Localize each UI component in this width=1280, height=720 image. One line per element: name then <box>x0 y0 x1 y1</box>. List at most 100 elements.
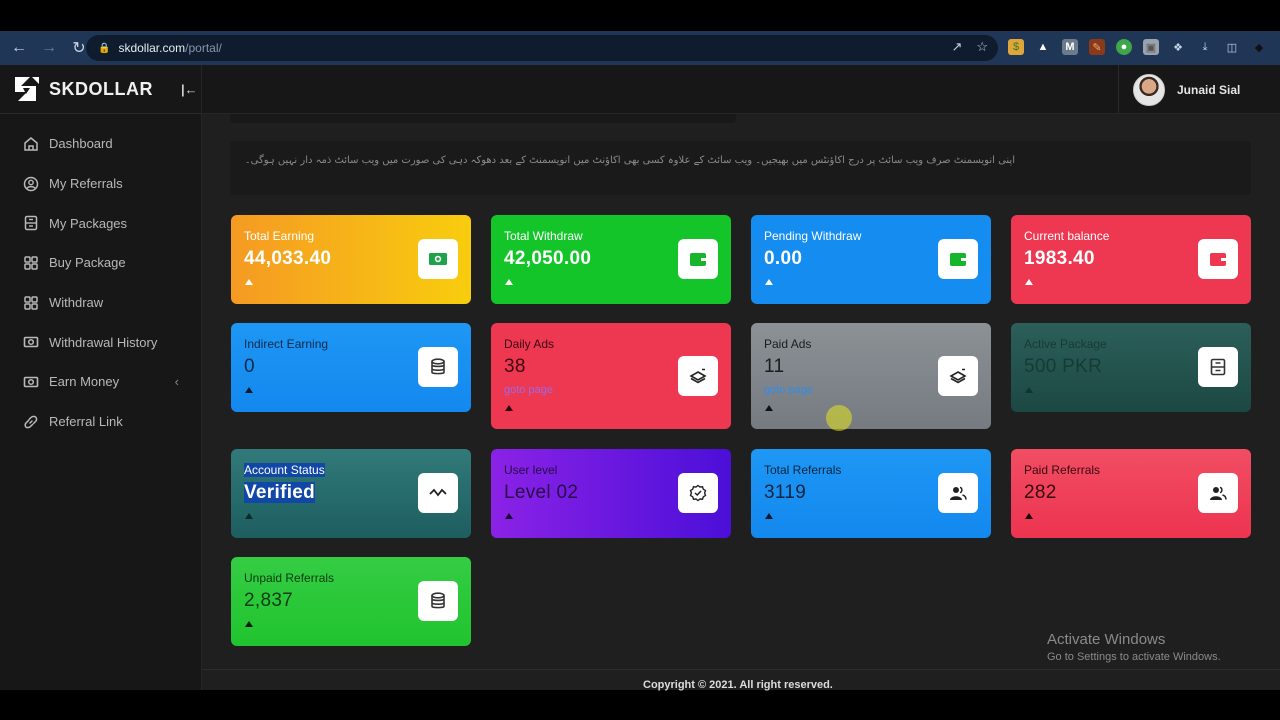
stat-card-account-status: Account Status Verified <box>231 449 471 538</box>
mountain-extension-icon[interactable]: ▲ <box>1035 39 1051 55</box>
skdollar-logo <box>15 77 39 101</box>
watermark-subtitle: Go to Settings to activate Windows. <box>1047 651 1221 663</box>
card-value: 2,837 <box>244 590 294 611</box>
grid-icon <box>22 294 39 311</box>
sidebar-item-my-referrals[interactable]: My Referrals <box>0 164 201 204</box>
metamask-fox-icon[interactable]: ◆ <box>1251 39 1267 55</box>
address-bar[interactable]: 🔒 skdollar.com/portal/ ↗ ☆ <box>86 35 998 61</box>
trend-up-icon <box>765 405 773 411</box>
sidebar-item-label: Dashboard <box>49 136 113 152</box>
badge-check-icon <box>678 473 718 513</box>
trend-up-icon <box>505 405 513 411</box>
edit-extension-icon[interactable]: ✎ <box>1089 39 1105 55</box>
coupon-extension-icon[interactable]: $ <box>1008 39 1024 55</box>
sidebar-item-my-packages[interactable]: My Packages <box>0 203 201 243</box>
trend-up-icon <box>765 513 773 519</box>
user-menu[interactable]: Junaid Sial <box>1118 65 1280 114</box>
card-label: User level <box>504 463 558 477</box>
link-icon <box>22 413 39 430</box>
lock-icon: 🔒 <box>98 42 111 54</box>
cash-icon <box>22 334 39 351</box>
sidebar-item-buy-package[interactable]: Buy Package <box>0 243 201 283</box>
card-label: Unpaid Referrals <box>244 571 335 585</box>
stat-card-indirect-earning: Indirect Earning 0 <box>231 323 471 412</box>
card-label: Indirect Earning <box>244 337 329 351</box>
card-label: Pending Withdraw <box>764 229 862 243</box>
back-button[interactable]: ← <box>6 35 32 61</box>
m-extension-icon[interactable]: M <box>1062 39 1078 55</box>
sidebar-menu: Dashboard My Referrals My Packages Buy P… <box>0 114 201 442</box>
stat-card-daily-ads: Daily Ads 38 goto page <box>491 323 731 429</box>
mouse-cursor-highlight <box>826 405 852 431</box>
stat-card-total-earning: Total Earning 44,033.40 <box>231 215 471 304</box>
card-value: Level 02 <box>504 482 579 503</box>
card-value: Verified <box>244 482 316 504</box>
collapse-sidebar-button[interactable]: |← <box>181 82 198 97</box>
users-icon <box>1198 473 1238 513</box>
card-value: 38 <box>504 356 526 377</box>
image-extension-icon[interactable]: ▣ <box>1143 39 1159 55</box>
trend-up-icon <box>765 279 773 285</box>
card-label: Daily Ads <box>504 337 555 351</box>
user-name: Junaid Sial <box>1177 82 1241 97</box>
brand-name: SKDOLLAR <box>49 78 153 99</box>
layers-icon <box>938 356 978 396</box>
trend-up-icon <box>1025 513 1033 519</box>
stat-card-active-package: Active Package 500 PKR <box>1011 323 1251 412</box>
cabinet-icon <box>1198 347 1238 387</box>
account-status-label: Account Status <box>244 463 325 477</box>
trend-up-icon <box>505 513 513 519</box>
side-panel-icon[interactable]: ◫ <box>1224 39 1240 55</box>
sidebar-item-earn-money[interactable]: Earn Money ‹ <box>0 362 201 402</box>
dropdown-edge <box>230 114 736 123</box>
browser-toolbar: ← → ↻ 🔒 skdollar.com/portal/ ↗ ☆ $ ▲ M ✎… <box>0 31 1280 65</box>
top-bar: Junaid Sial <box>202 65 1280 114</box>
notice-text: اپنی انویسمنٹ صرف ویب سائٹ پر درج اکاؤنٹ… <box>244 155 1015 166</box>
windows-activation-watermark: Activate Windows Go to Settings to activ… <box>1047 631 1221 663</box>
forward-button[interactable]: → <box>36 35 62 61</box>
copyright-text: Copyright © 2021. All right reserved. <box>643 679 833 691</box>
goto-page-link[interactable]: goto page <box>764 384 813 396</box>
sidebar-item-referral-link[interactable]: Referral Link <box>0 402 201 442</box>
trend-up-icon <box>1025 387 1033 393</box>
cash-icon <box>22 373 39 390</box>
sidebar-item-withdrawal-history[interactable]: Withdrawal History <box>0 322 201 362</box>
sidebar-item-label: Buy Package <box>49 255 126 271</box>
sidebar-item-dashboard[interactable]: Dashboard <box>0 124 201 164</box>
card-label: Total Earning <box>244 229 315 243</box>
stat-card-total-withdraw: Total Withdraw 42,050.00 <box>491 215 731 304</box>
stat-card-pending-withdraw: Pending Withdraw 0.00 <box>751 215 991 304</box>
goto-page-link[interactable]: goto page <box>504 384 553 396</box>
sidebar-item-label: Earn Money <box>49 374 120 390</box>
card-value: 0 <box>244 356 255 377</box>
layers-icon <box>678 356 718 396</box>
card-label: Total Withdraw <box>504 229 583 243</box>
share-icon[interactable]: ↗ <box>951 39 962 55</box>
puzzle-icon[interactable]: ❖ <box>1170 39 1186 55</box>
card-label: Paid Ads <box>764 337 812 351</box>
download-icon[interactable]: ⤓ <box>1197 39 1213 55</box>
chevron-left-icon[interactable]: ‹ <box>175 374 179 389</box>
wallet-icon <box>1198 239 1238 279</box>
sidebar-item-label: Withdrawal History <box>49 334 158 350</box>
stat-card-total-referrals: Total Referrals 3119 <box>751 449 991 538</box>
watermark-title: Activate Windows <box>1047 631 1166 648</box>
grid-icon <box>22 254 39 271</box>
home-icon <box>22 135 39 152</box>
users-icon <box>938 473 978 513</box>
stat-card-user-level: User level Level 02 <box>491 449 731 538</box>
card-value: 3119 <box>764 482 807 503</box>
screen: ← → ↻ 🔒 skdollar.com/portal/ ↗ ☆ $ ▲ M ✎… <box>0 0 1280 720</box>
sidebar-item-withdraw[interactable]: Withdraw <box>0 283 201 323</box>
brand: SKDOLLAR |← <box>0 65 201 114</box>
card-label: Active Package <box>1024 337 1107 351</box>
bookmark-star-icon[interactable]: ☆ <box>976 39 988 55</box>
trend-up-icon <box>245 513 253 519</box>
card-value: 44,033.40 <box>244 248 332 269</box>
activity-icon <box>418 473 458 513</box>
avatar <box>1133 73 1165 106</box>
sidebar-item-label: Referral Link <box>49 414 123 430</box>
robot-extension-icon[interactable]: ● <box>1116 39 1132 55</box>
wallet-icon <box>678 239 718 279</box>
card-value: 0.00 <box>764 248 803 269</box>
